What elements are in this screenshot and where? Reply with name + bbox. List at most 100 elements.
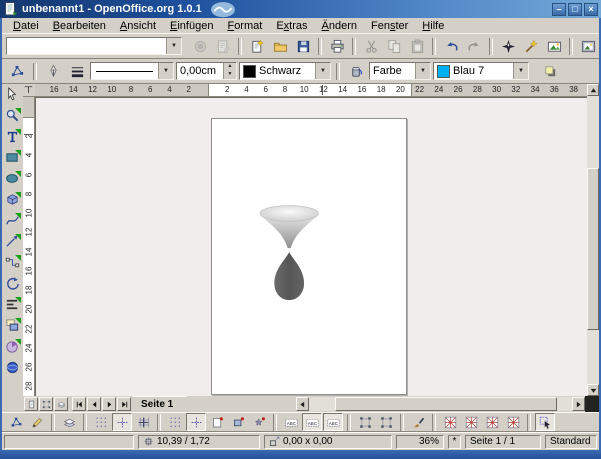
menu-format[interactable]: Format — [220, 19, 269, 33]
status-position-cell[interactable]: 10,39 / 1,72 — [138, 435, 260, 449]
scroll-left-button[interactable] — [296, 397, 309, 411]
alignment-tool[interactable] — [3, 295, 23, 314]
drawing-canvas[interactable] — [35, 97, 587, 396]
fill-color-dropdown-button[interactable]: ▼ — [513, 63, 528, 79]
tab-seite-1[interactable]: Seite 1 — [133, 396, 187, 412]
status-page-cell[interactable]: Seite 1 / 1 — [465, 435, 541, 449]
rotation-mode-icon[interactable] — [27, 413, 47, 431]
line-color-select[interactable]: Schwarz ▼ — [239, 62, 331, 80]
select-text-area-only-icon[interactable]: ABC — [302, 413, 322, 431]
edit-points-icon[interactable] — [6, 60, 28, 82]
show-snap-lines-icon[interactable] — [112, 413, 132, 431]
rotate-tool[interactable] — [3, 274, 23, 293]
vertical-ruler[interactable]: 246810121416182022242628 — [23, 97, 35, 396]
title-bar[interactable]: unbenannt1 - OpenOffice.org 1.0.1 –□× — [0, 0, 601, 18]
gallery-icon[interactable] — [543, 35, 565, 57]
menu-ansicht[interactable]: Ansicht — [113, 19, 163, 33]
objects-3d-tool[interactable] — [3, 190, 23, 209]
arrange-tool[interactable] — [3, 316, 23, 335]
fill-style-select[interactable]: Farbe ▼ — [369, 62, 431, 80]
navigator-icon[interactable] — [497, 35, 519, 57]
redo-icon[interactable] — [463, 35, 485, 57]
line-width-down-button[interactable]: ▼ — [224, 71, 236, 79]
fill-color-select[interactable]: Blau 7 ▼ — [433, 62, 529, 80]
vertical-scrollbar[interactable] — [587, 84, 599, 396]
scroll-up-button[interactable] — [587, 84, 599, 96]
fill-style-icon[interactable] — [345, 60, 367, 82]
contour-placeholder-icon[interactable] — [461, 413, 481, 431]
curve-tool[interactable] — [3, 211, 23, 230]
menu-aendern[interactable]: Ändern — [315, 19, 364, 33]
line-style-dropdown-button[interactable]: ▼ — [158, 63, 173, 79]
text-placeholder-icon[interactable] — [482, 413, 502, 431]
cut-icon[interactable] — [360, 35, 382, 57]
edit-document-icon[interactable] — [212, 35, 234, 57]
open-document-icon[interactable] — [269, 35, 291, 57]
horizontal-ruler[interactable]: 1614121086422468101214161820222426283032… — [35, 84, 587, 97]
new-document-icon[interactable] — [246, 35, 268, 57]
stylist-icon[interactable] — [520, 35, 542, 57]
contour-mode-icon[interactable] — [408, 413, 428, 431]
arrow-style-icon[interactable] — [42, 60, 64, 82]
maximize-button[interactable]: □ — [568, 3, 582, 16]
edit-points-mode-icon[interactable] — [6, 413, 26, 431]
window-border-bottom[interactable] — [0, 450, 601, 459]
menu-extras[interactable]: Extras — [269, 19, 314, 33]
scroll-down-button[interactable] — [587, 384, 599, 396]
close-button[interactable]: × — [584, 3, 598, 16]
text-tool[interactable] — [3, 127, 23, 146]
url-combobox[interactable]: ▼ — [6, 37, 182, 55]
next-page-button[interactable] — [102, 397, 116, 411]
scroll-right-button[interactable] — [572, 397, 585, 411]
status-size-cell[interactable]: 0,00 x 0,00 — [264, 435, 392, 449]
lines-arrows-tool[interactable] — [3, 232, 23, 251]
previous-page-button[interactable] — [87, 397, 101, 411]
menu-datei[interactable]: Datei — [6, 19, 46, 33]
show-grid-icon[interactable] — [91, 413, 111, 431]
undo-icon[interactable] — [440, 35, 462, 57]
large-handles-icon[interactable] — [376, 413, 396, 431]
status-zoom-cell[interactable]: 36% — [396, 435, 444, 449]
layer-mode-icon[interactable] — [59, 413, 79, 431]
effects-tool[interactable] — [3, 337, 23, 356]
url-input[interactable] — [7, 38, 166, 54]
line-width-stepper[interactable]: 0,00cm ▲▼ — [176, 62, 237, 80]
vertical-scrollbar-thumb[interactable] — [587, 168, 599, 330]
double-click-to-edit-text-icon[interactable]: ABC — [323, 413, 343, 431]
snap-to-grid-icon[interactable] — [165, 413, 185, 431]
controller-3d-tool[interactable] — [3, 358, 23, 377]
insert-graphics-icon[interactable] — [577, 35, 599, 57]
ellipse-tool[interactable] — [3, 169, 23, 188]
horizontal-scrollbar[interactable] — [296, 397, 585, 411]
stop-icon[interactable] — [189, 35, 211, 57]
snap-to-snap-lines-icon[interactable] — [186, 413, 206, 431]
drop-shape[interactable] — [274, 252, 304, 300]
ruler-origin-box[interactable] — [23, 84, 35, 97]
zoom-tool[interactable] — [3, 106, 23, 125]
page[interactable] — [211, 118, 407, 395]
line-color-dropdown-button[interactable]: ▼ — [315, 63, 330, 79]
line-style-select[interactable]: ▼ — [90, 62, 174, 80]
line-width-up-button[interactable]: ▲ — [224, 63, 236, 71]
select-tool[interactable] — [3, 85, 23, 104]
master-page-mode-button[interactable] — [39, 397, 53, 411]
snap-to-object-border-icon[interactable] — [228, 413, 248, 431]
simple-handles-icon[interactable] — [355, 413, 375, 431]
layer-mode-button[interactable] — [54, 397, 68, 411]
line-placeholder-icon[interactable] — [503, 413, 523, 431]
snap-to-object-points-icon[interactable] — [249, 413, 269, 431]
funnel-shape[interactable] — [260, 206, 318, 249]
copy-icon[interactable] — [383, 35, 405, 57]
fill-style-dropdown-button[interactable]: ▼ — [415, 63, 430, 79]
modify-object-with-attributes-icon[interactable] — [535, 413, 555, 431]
page-mode-button[interactable] — [24, 397, 38, 411]
snap-to-page-margins-icon[interactable] — [207, 413, 227, 431]
first-page-button[interactable] — [72, 397, 86, 411]
url-dropdown-button[interactable]: ▼ — [166, 38, 181, 54]
grid-to-front-icon[interactable] — [133, 413, 153, 431]
paste-icon[interactable] — [406, 35, 428, 57]
minimize-button[interactable]: – — [552, 3, 566, 16]
connector-tool[interactable] — [3, 253, 23, 272]
menu-bearbeiten[interactable]: Bearbeiten — [46, 19, 113, 33]
menu-einfuegen[interactable]: Einfügen — [163, 19, 220, 33]
